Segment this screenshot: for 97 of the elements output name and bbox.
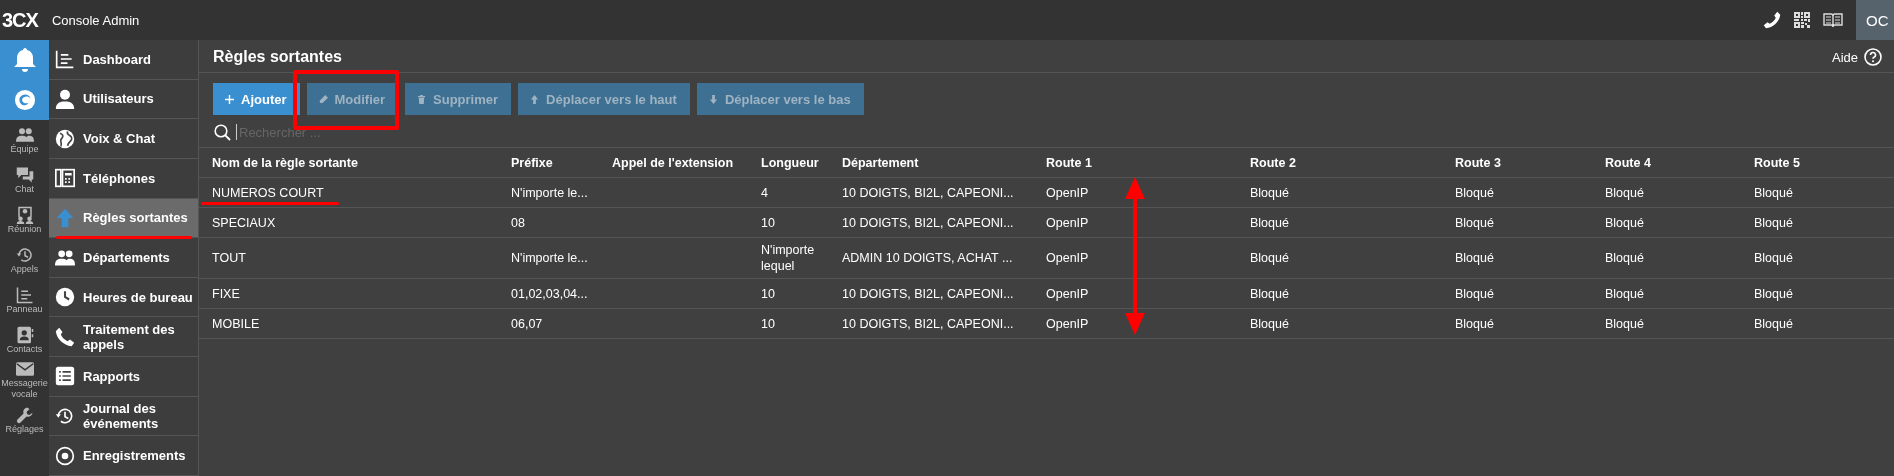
table-cell: Bloqué <box>1605 285 1644 302</box>
record-icon <box>55 445 75 466</box>
column-header[interactable]: Route 3 <box>1455 155 1501 170</box>
rail-item[interactable]: Messagerie vocale <box>0 360 49 400</box>
column-header[interactable]: Département <box>842 155 919 170</box>
table-cell: Bloqué <box>1455 315 1494 332</box>
column-header[interactable]: Route 4 <box>1605 155 1651 170</box>
table-cell: 10 DOIGTS, BI2L, CAPEONI... <box>842 285 1014 302</box>
arrow-down-icon <box>708 94 718 104</box>
arrow-up-icon <box>530 94 540 104</box>
column-header[interactable]: Appel de l'extension <box>612 155 734 170</box>
table-cell: Bloqué <box>1455 250 1494 266</box>
table-cell: Bloqué <box>1455 214 1494 231</box>
table-cell: TOUT <box>212 250 246 266</box>
column-header[interactable]: Préfixe <box>511 155 553 170</box>
book-icon[interactable] <box>1823 10 1843 30</box>
phone-icon <box>55 326 75 347</box>
table-cell: NUMEROS COURT <box>212 184 324 201</box>
column-header[interactable]: Route 1 <box>1046 155 1092 170</box>
list-icon <box>55 366 75 387</box>
rail-item[interactable]: Appels <box>0 240 49 280</box>
table-cell: OpenIP <box>1046 214 1089 231</box>
chat-icon <box>15 165 34 184</box>
rail-item[interactable]: Chat <box>0 160 49 200</box>
table-cell: Bloqué <box>1754 250 1793 266</box>
logo: 3CX <box>2 8 38 32</box>
table-cell: MOBILE <box>212 315 260 332</box>
table-cell: ADMIN 10 DOIGTS, ACHAT ... <box>842 250 1013 266</box>
wrench-icon <box>15 405 34 424</box>
plus-icon <box>225 94 234 104</box>
table-cell: 10 <box>761 214 775 231</box>
app-title: Console Admin <box>51 12 140 28</box>
table-cell: Bloqué <box>1754 315 1793 332</box>
table-cell: 10 DOIGTS, BI2L, CAPEONI... <box>842 214 1014 231</box>
history-icon <box>55 406 75 427</box>
desk-phone-icon <box>55 168 75 189</box>
history-icon <box>15 245 34 264</box>
table-cell: OpenIP <box>1046 250 1089 266</box>
user-avatar[interactable]: OC <box>1856 0 1894 40</box>
search-icon <box>214 123 231 141</box>
table-cell: 06,07 <box>511 315 543 332</box>
table-cell: SPECIAUX <box>212 214 276 231</box>
chart-icon <box>15 285 34 304</box>
column-header[interactable]: Longueur <box>761 155 819 170</box>
people-icon <box>15 125 34 144</box>
rail-item[interactable]: Réunion <box>0 200 49 240</box>
table-cell: OpenIP <box>1046 285 1089 302</box>
table-cell: Bloqué <box>1250 315 1289 332</box>
table-cell: Bloqué <box>1605 250 1644 266</box>
phone-icon[interactable] <box>1763 10 1781 30</box>
table-cell: 4 <box>761 184 768 201</box>
nav-item[interactable]: Règles sortantes <box>49 198 198 239</box>
globe-icon <box>55 128 75 149</box>
table-cell: OpenIP <box>1046 184 1089 201</box>
table-cell: Bloqué <box>1250 285 1289 302</box>
help-icon <box>1864 48 1882 66</box>
table-cell: FIXE <box>212 285 240 302</box>
table-cell: Bloqué <box>1250 184 1289 201</box>
envelope-icon <box>15 360 34 378</box>
table-cell: Bloqué <box>1250 250 1289 266</box>
table-cell-text: N'importe lequel <box>761 242 816 274</box>
table-cell: Bloqué <box>1605 184 1644 201</box>
table-cell: 10 DOIGTS, BI2L, CAPEONI... <box>842 184 1014 201</box>
table-cell: N'importe le... <box>511 250 588 266</box>
chart-icon <box>55 49 75 70</box>
page-title: Règles sortantes <box>213 48 342 66</box>
table-cell: Bloqué <box>1754 184 1793 201</box>
table-cell: Bloqué <box>1455 285 1494 302</box>
rail-item[interactable]: Équipe <box>0 120 49 160</box>
rail-item[interactable]: Réglages <box>0 400 49 440</box>
table-cell: Bloqué <box>1605 315 1644 332</box>
table-cell: Bloqué <box>1605 214 1644 231</box>
table-cell: 01,02,03,04... <box>511 285 588 302</box>
table-cell: N'importe le... <box>511 184 588 201</box>
rail-item[interactable]: Contacts <box>0 320 49 360</box>
column-header[interactable]: Route 5 <box>1754 155 1800 170</box>
help-link[interactable]: Aide <box>1831 48 1882 66</box>
table-cell: Bloqué <box>1754 285 1793 302</box>
user-icon <box>55 88 75 109</box>
column-header[interactable]: Nom de la règle sortante <box>212 155 358 170</box>
table-cell: 10 <box>761 285 775 302</box>
table-cell: Bloqué <box>1754 214 1793 231</box>
clock-icon <box>55 287 75 308</box>
arrow-up-icon <box>55 207 75 228</box>
rail-item[interactable]: Panneau <box>0 280 49 320</box>
table-cell: 10 <box>761 315 775 332</box>
meeting-icon <box>15 205 34 224</box>
table-cell: 10 DOIGTS, BI2L, CAPEONI... <box>842 315 1014 332</box>
table-cell: Bloqué <box>1455 184 1494 201</box>
trash-icon <box>417 94 427 104</box>
qr-code-icon[interactable] <box>1794 10 1810 30</box>
pencil-icon <box>318 94 328 104</box>
table-cell: OpenIP <box>1046 315 1089 332</box>
column-header[interactable]: Route 2 <box>1250 155 1296 170</box>
table-cell: Bloqué <box>1250 214 1289 231</box>
contact-card-icon <box>15 325 34 344</box>
table-cell: 08 <box>511 214 525 231</box>
